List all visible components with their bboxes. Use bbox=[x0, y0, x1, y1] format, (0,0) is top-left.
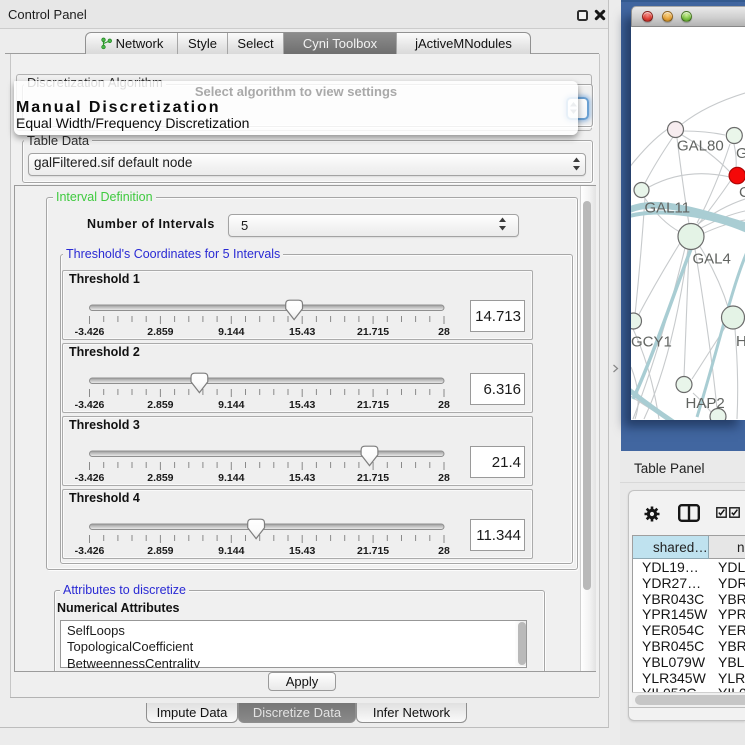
svg-text:GCY1: GCY1 bbox=[631, 334, 672, 351]
svg-text:28: 28 bbox=[438, 326, 450, 338]
svg-text:-3.426: -3.426 bbox=[75, 472, 105, 484]
svg-text:9.144: 9.144 bbox=[218, 545, 244, 557]
svg-text:2.859: 2.859 bbox=[147, 326, 173, 338]
svg-text:2.859: 2.859 bbox=[147, 472, 173, 484]
svg-text:H: H bbox=[736, 333, 745, 350]
svg-text:28: 28 bbox=[438, 545, 450, 557]
svg-text:15.43: 15.43 bbox=[289, 399, 315, 411]
svg-text:21.715: 21.715 bbox=[357, 326, 389, 338]
svg-text:9.144: 9.144 bbox=[218, 326, 244, 338]
svg-text:15.43: 15.43 bbox=[289, 472, 315, 484]
svg-text:GAL11: GAL11 bbox=[645, 200, 691, 217]
svg-text:15.43: 15.43 bbox=[289, 545, 315, 557]
svg-text:21.715: 21.715 bbox=[357, 472, 389, 484]
svg-text:21.715: 21.715 bbox=[357, 545, 389, 557]
svg-text:-3.426: -3.426 bbox=[75, 399, 105, 411]
svg-text:2.859: 2.859 bbox=[147, 545, 173, 557]
svg-text:G.: G. bbox=[736, 145, 745, 162]
svg-text:21.715: 21.715 bbox=[357, 399, 389, 411]
svg-text:GAL4: GAL4 bbox=[693, 251, 731, 268]
svg-text:-3.426: -3.426 bbox=[75, 326, 105, 338]
svg-text:9.144: 9.144 bbox=[218, 472, 244, 484]
svg-text:28: 28 bbox=[438, 399, 450, 411]
svg-text:-3.426: -3.426 bbox=[75, 545, 105, 557]
svg-text:GAL80: GAL80 bbox=[677, 138, 724, 155]
svg-text:9.144: 9.144 bbox=[218, 399, 244, 411]
svg-text:2.859: 2.859 bbox=[147, 399, 173, 411]
svg-text:28: 28 bbox=[438, 472, 450, 484]
svg-text:HAP2: HAP2 bbox=[686, 395, 725, 412]
svg-text:15.43: 15.43 bbox=[289, 326, 315, 338]
svg-text:C.: C. bbox=[739, 184, 745, 201]
